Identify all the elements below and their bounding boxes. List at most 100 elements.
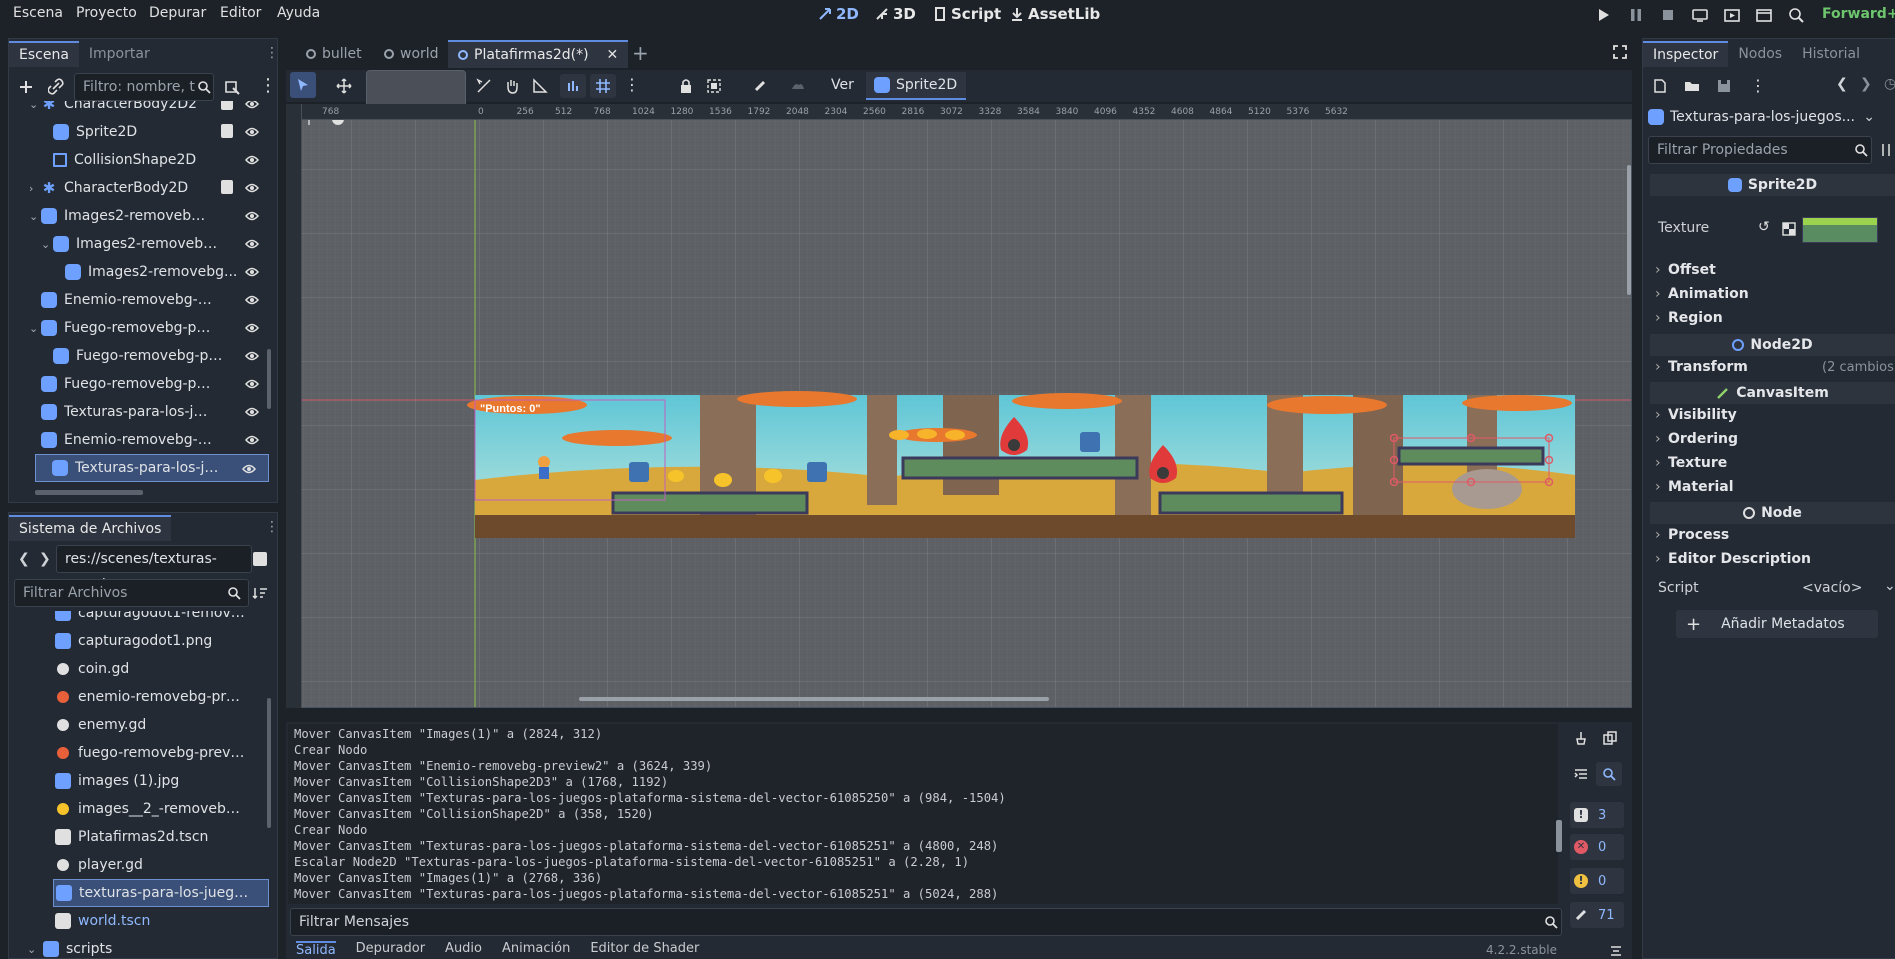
inspector-options-icon[interactable] [1880,142,1895,158]
fs-path-field[interactable]: res://scenes/texturas-para-l [56,545,252,593]
file-item[interactable]: Platafirmas2d.tscn [9,823,271,851]
chevron-down-icon[interactable]: ⌄ [41,238,53,251]
panel-expand-icon[interactable] [1609,944,1623,958]
scene-tree-item[interactable]: Images2-removebg... [9,258,271,286]
stop-icon[interactable] [1659,6,1677,24]
renderer-label[interactable]: Forward+ [1822,6,1895,22]
history-back-icon[interactable]: ❮ [1836,76,1848,92]
grid-snap-button[interactable] [590,74,616,98]
tab-escena[interactable]: Escena [9,41,79,67]
view-menu[interactable]: Ver [831,77,854,93]
section-visibility[interactable]: › Visibility [1655,407,1737,423]
file-item[interactable]: enemy.gd [9,711,271,739]
scene-tree-item[interactable]: Texturas-para-los-juego... [35,454,269,482]
scene-tree-item[interactable]: › ✱ CharacterBody2D [9,174,271,202]
visibility-eye-icon[interactable] [245,350,259,362]
visibility-eye-icon[interactable] [245,378,259,390]
chevron-down-icon[interactable]: ⌄ [29,322,41,335]
menu-escena[interactable]: Escena [13,5,63,21]
script-dropdown-icon[interactable]: ⌄ [1884,578,1895,594]
editor-messages-filter-button[interactable]: 71 [1570,902,1624,928]
ruler-tool-icon[interactable] [532,78,548,94]
tab-importar[interactable]: Importar [79,41,160,67]
scene-tab[interactable]: Platafirmas2d(*) ✕ [448,40,629,68]
visibility-eye-icon[interactable] [245,210,259,222]
file-item[interactable]: player.gd [9,851,271,879]
close-tab-icon[interactable]: ✕ [607,47,619,63]
scene-tree-item[interactable]: Texturas-para-los-juego... [9,398,271,426]
section-offset[interactable]: › Offset [1655,262,1716,278]
fs-menu-icon[interactable]: ⋮ [265,519,279,535]
section-transform[interactable]: › Transform [1655,359,1748,375]
visibility-eye-icon[interactable] [245,101,259,110]
menu-depurar[interactable]: Depurar [149,5,206,21]
visibility-eye-icon[interactable] [245,266,259,278]
scene-tree-item[interactable]: Sprite2D [9,118,271,146]
menu-ayuda[interactable]: Ayuda [277,5,320,21]
output-filter-input[interactable]: Filtrar Mensajes [290,908,1562,936]
instance-scene-icon[interactable] [223,78,241,96]
play-custom-scene-icon[interactable] [1755,6,1773,24]
link-icon[interactable] [48,78,66,96]
mode-assetlib-button[interactable]: AssetLib [1010,5,1100,23]
scene-options-icon[interactable]: ⋮ [259,75,277,96]
move-tool-icon[interactable] [336,78,352,94]
scene-tree-scrollbar[interactable] [267,349,271,409]
bottom-tab[interactable]: Audio [445,941,482,959]
mode-2d-button[interactable]: 2D [818,5,859,23]
script-attached-icon[interactable] [221,180,233,194]
errors-filter-button[interactable]: ✕ 0 [1570,834,1624,860]
messages-filter-button[interactable]: ! 3 [1570,802,1624,828]
chevron-down-icon[interactable]: ⌄ [29,101,41,111]
clear-output-icon[interactable] [1573,730,1589,746]
play-scene-icon[interactable] [1723,6,1741,24]
scene-tree-item[interactable]: ⌄ ✱ CharacterBody2D2 [9,101,271,118]
new-resource-icon[interactable] [1652,78,1668,94]
section-process[interactable]: › Process [1655,527,1729,543]
file-item[interactable]: capturagodot1-removeb... [9,611,271,627]
property-filter-input[interactable]: Filtrar Propiedades [1648,136,1872,164]
file-item[interactable]: capturagodot1.png [9,627,271,655]
tab-historial[interactable]: Historial [1792,41,1870,67]
menu-proyecto[interactable]: Proyecto [76,5,137,21]
fs-filter-input[interactable]: Filtrar Archivos [14,579,249,607]
scene-tree-item[interactable]: Fuego-removebg-previ... [9,370,271,398]
open-folder-icon[interactable] [1684,78,1700,94]
object-history-icon[interactable]: ◷ [1884,76,1895,92]
visibility-eye-icon[interactable] [245,126,259,138]
folder-item[interactable]: ⌄ scripts [9,935,271,959]
add-scene-tab-icon[interactable]: + [632,41,649,65]
collapse-icon[interactable] [1573,766,1589,782]
tab-inspector[interactable]: Inspector [1643,41,1729,67]
movie-maker-icon[interactable] [1787,6,1805,24]
pan-tool-icon[interactable] [504,78,520,94]
scene-tree-item[interactable]: ⌄ Fuego-removebg-previ... [9,314,271,342]
section-material[interactable]: › Material [1655,479,1734,495]
search-toggle-button[interactable] [1596,762,1622,786]
mode-script-button[interactable]: Script [933,5,1001,23]
add-node-icon[interactable] [17,78,35,96]
back-icon[interactable]: ❮ [18,551,30,567]
revert-icon[interactable]: ↺ [1758,219,1770,235]
output-scrollbar[interactable] [1556,820,1562,852]
section-region[interactable]: › Region [1655,310,1723,326]
file-item[interactable]: coin.gd [9,655,271,683]
scene-tab[interactable]: bullet [296,40,372,68]
script-value[interactable]: <vacío> [1802,580,1862,596]
section-ordering[interactable]: › Ordering [1655,431,1738,447]
scene-tab[interactable]: world [374,40,449,68]
canvas-vscrollbar[interactable] [1627,165,1631,295]
edited-object-selector[interactable]: Texturas-para-los-juegos... ⌄ [1648,104,1875,130]
texture-preview[interactable] [1802,217,1878,243]
tab-filesystem[interactable]: Sistema de Archivos [9,515,172,541]
smart-snap-button[interactable] [560,74,586,98]
canvas-2d[interactable]: "Puntos: 0" [287,105,1632,708]
scene-tree-item[interactable]: ⌄ Images2-removebg-pre... [9,202,271,230]
add-metadata-button[interactable]: + Añadir Metadatos [1676,610,1878,638]
visibility-eye-icon[interactable] [245,406,259,418]
file-item[interactable]: images__2_-removebg-pr... [9,795,271,823]
section-editor-description[interactable]: › Editor Description [1655,551,1811,567]
bone-icon[interactable] [752,78,768,94]
script-attached-icon[interactable] [221,124,233,138]
menu-editor[interactable]: Editor [220,5,261,21]
